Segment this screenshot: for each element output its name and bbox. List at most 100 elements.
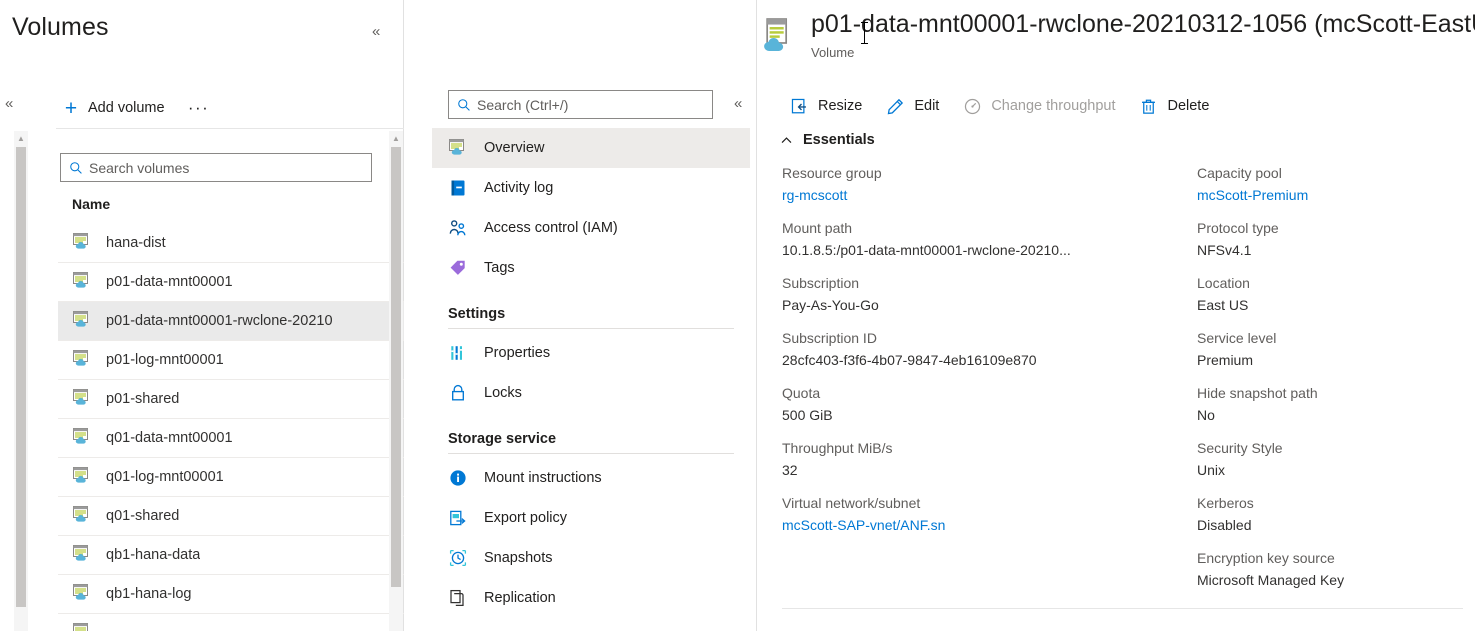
volume-list-row[interactable]: p01-shared <box>58 380 404 419</box>
search-volumes-field[interactable] <box>60 153 372 182</box>
volume-list-row[interactable]: q01-log-mnt00001 <box>58 458 404 497</box>
essentials-field: Protocol typeNFSv4.1 <box>1197 217 1475 261</box>
collapse-menu-icon[interactable]: « <box>734 96 742 111</box>
resource-header: p01-data-mnt00001-rwclone-20210312-1056 … <box>758 10 1475 60</box>
properties-icon <box>448 343 468 363</box>
text-cursor-icon <box>864 22 865 44</box>
essentials-field-value: Microsoft Managed Key <box>1197 569 1475 591</box>
menu-item-mount-instructions[interactable]: Mount instructions <box>432 458 750 498</box>
scroll-up-arrow-icon[interactable]: ▲ <box>389 131 403 145</box>
delete-button[interactable]: Delete <box>1129 91 1219 121</box>
menu-item-locks[interactable]: Locks <box>432 373 750 413</box>
snapshot-icon <box>448 548 468 568</box>
volume-list-row[interactable]: p01-log-mnt00001 <box>58 341 404 380</box>
menu-item-activity-log[interactable]: Activity log <box>432 168 750 208</box>
resize-button[interactable]: Resize <box>780 91 872 121</box>
volume-icon <box>448 138 468 158</box>
essentials-field-label: Subscription ID <box>782 327 1197 349</box>
add-volume-button[interactable]: + Add volume <box>56 93 171 123</box>
more-commands-button[interactable]: ··· <box>185 94 213 122</box>
essentials-field: Hide snapshot pathNo <box>1197 382 1475 426</box>
essentials-field-label: Kerberos <box>1197 492 1475 514</box>
volume-list-row[interactable]: qb1-hana-data <box>58 536 404 575</box>
essentials-field: Encryption key sourceMicrosoft Managed K… <box>1197 547 1475 591</box>
scroll-thumb[interactable] <box>16 147 26 607</box>
volume-icon <box>72 232 94 254</box>
edit-button[interactable]: Edit <box>876 91 949 121</box>
resource-menu-blade: « OverviewActivity logAccess control (IA… <box>405 0 757 631</box>
volume-list-row[interactable]: p01-data-mnt00001 <box>58 263 404 302</box>
resource-title: p01-data-mnt00001-rwclone-20210312-1056 … <box>811 10 1475 39</box>
essentials-field-label: Subscription <box>782 272 1197 294</box>
menu-group-header: Settings <box>432 288 750 328</box>
menu-item-label: Export policy <box>484 510 567 526</box>
menu-item-overview[interactable]: Overview <box>432 128 750 168</box>
essentials-field: Virtual network/subnetmcScott-SAP-vnet/A… <box>782 492 1197 536</box>
search-volumes-input[interactable] <box>61 154 371 181</box>
menu-group-divider <box>448 328 734 329</box>
essentials-field-label: Virtual network/subnet <box>782 492 1197 514</box>
volume-list-row[interactable]: hana-dist <box>58 224 404 263</box>
essentials-left-column: Resource grouprg-mcscott Mount path10.1.8… <box>782 162 1197 605</box>
change-throughput-button: Change throughput <box>953 91 1125 121</box>
essentials-field: Security StyleUnix <box>1197 437 1475 481</box>
scroll-up-arrow-icon[interactable]: ▲ <box>14 131 28 145</box>
volume-list-row[interactable]: qb1-hana-log <box>58 575 404 614</box>
essentials-toggle[interactable]: Essentials <box>780 132 875 148</box>
essentials-field-label: Hide snapshot path <box>1197 382 1475 404</box>
command-bar-divider <box>56 128 404 129</box>
menu-item-label: Snapshots <box>484 550 553 566</box>
essentials-field: Mount path10.1.8.5:/p01-data-mnt00001-rw… <box>782 217 1197 261</box>
essentials-field-value[interactable]: mcScott-Premium <box>1197 184 1475 206</box>
essentials-field-value: Disabled <box>1197 514 1475 536</box>
volume-icon <box>72 466 94 488</box>
essentials-field: Throughput MiB/s32 <box>782 437 1197 481</box>
resource-menu-list[interactable]: OverviewActivity logAccess control (IAM)… <box>432 128 750 631</box>
menu-item-tags[interactable]: Tags <box>432 248 750 288</box>
essentials-field: KerberosDisabled <box>1197 492 1475 536</box>
menu-item-label: Mount instructions <box>484 470 602 486</box>
trash-icon <box>1139 97 1158 116</box>
volumes-list[interactable]: hana-distp01-data-mnt00001p01-data-mnt00… <box>58 224 404 631</box>
menu-search-input[interactable] <box>449 91 712 118</box>
essentials-field: LocationEast US <box>1197 272 1475 316</box>
volume-name-label: p01-log-mnt00001 <box>106 352 224 368</box>
volume-list-row[interactable]: p01-data-mnt00001-rwclone-20210 <box>58 302 404 341</box>
menu-search-field[interactable] <box>448 90 713 119</box>
lock-icon <box>448 383 468 403</box>
menu-item-snapshots[interactable]: Snapshots <box>432 538 750 578</box>
scroll-thumb[interactable] <box>391 147 401 587</box>
menu-item-label: Locks <box>484 385 522 401</box>
essentials-field-label: Security Style <box>1197 437 1475 459</box>
essentials-field-value: Pay-As-You-Go <box>782 294 1197 316</box>
essentials-field-value: East US <box>1197 294 1475 316</box>
volume-icon <box>72 271 94 293</box>
menu-item-replication[interactable]: Replication <box>432 578 750 618</box>
collapse-list-icon[interactable]: « <box>5 96 13 111</box>
essentials-field: Subscription ID28cfc403-f3f6-4b07-9847-4… <box>782 327 1197 371</box>
collapse-volumes-blade-icon[interactable]: « <box>372 24 380 39</box>
volume-list-row[interactable]: q01-data-mnt00001 <box>58 419 404 458</box>
volume-name-label: qb1-hana-log <box>106 586 191 602</box>
essentials-field-value[interactable]: rg-mcscott <box>782 184 1197 206</box>
edit-pencil-icon <box>886 97 905 116</box>
essentials-field-value: Unix <box>1197 459 1475 481</box>
essentials-right-column: Capacity poolmcScott-Premium Protocol typ… <box>1197 162 1475 605</box>
volumes-blade-scrollbar[interactable]: ▲ <box>14 131 28 631</box>
volume-list-row[interactable]: q01-shared <box>58 497 404 536</box>
menu-item-access-control-iam[interactable]: Access control (IAM) <box>432 208 750 248</box>
volume-list-row[interactable] <box>58 614 404 631</box>
replication-icon <box>448 588 468 608</box>
essentials-field-value[interactable]: mcScott-SAP-vnet/ANF.sn <box>782 514 1197 536</box>
essentials-field: Resource grouprg-mcscott <box>782 162 1197 206</box>
resource-content-blade: p01-data-mnt00001-rwclone-20210312-1056 … <box>758 0 1475 631</box>
essentials-field-label: Location <box>1197 272 1475 294</box>
gauge-icon <box>963 97 982 116</box>
essentials-field-label: Capacity pool <box>1197 162 1475 184</box>
volume-name-label: p01-shared <box>106 391 179 407</box>
volumes-list-scrollbar[interactable]: ▲ <box>389 131 403 631</box>
menu-item-export-policy[interactable]: Export policy <box>432 498 750 538</box>
menu-item-properties[interactable]: Properties <box>432 333 750 373</box>
menu-item-label: Properties <box>484 345 550 361</box>
volume-icon <box>759 16 797 54</box>
